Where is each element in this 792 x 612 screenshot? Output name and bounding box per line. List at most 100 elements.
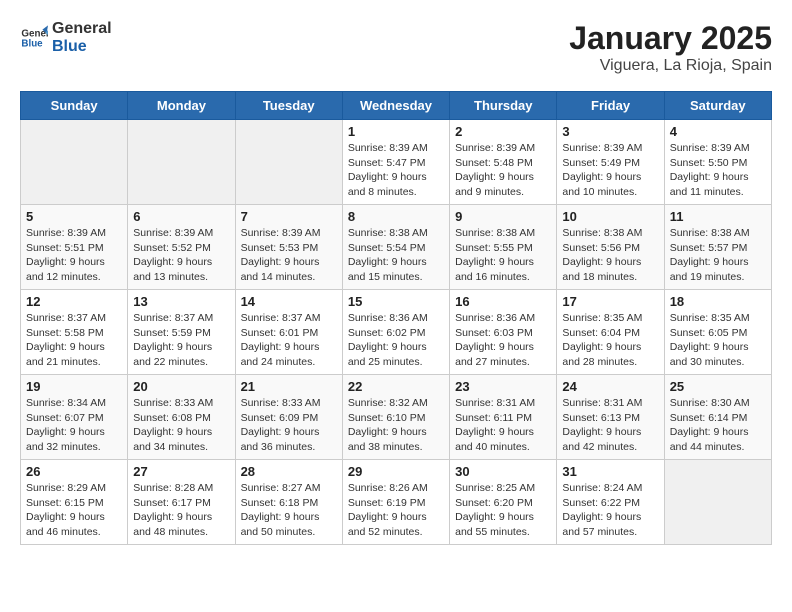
- calendar-cell: 7Sunrise: 8:39 AM Sunset: 5:53 PM Daylig…: [235, 205, 342, 290]
- day-info: Sunrise: 8:31 AM Sunset: 6:11 PM Dayligh…: [455, 396, 551, 455]
- day-number: 20: [133, 379, 229, 394]
- calendar-cell: 14Sunrise: 8:37 AM Sunset: 6:01 PM Dayli…: [235, 290, 342, 375]
- calendar-cell: 6 Sunrise: 8:39 AM Sunset: 5:52 PM Daylig…: [128, 205, 235, 290]
- day-number: 28: [241, 464, 337, 479]
- calendar-week-row: 19Sunrise: 8:34 AM Sunset: 6:07 PM Dayli…: [21, 375, 772, 460]
- calendar-cell: 9 Sunrise: 8:38 AM Sunset: 5:55 PM Daylig…: [450, 205, 557, 290]
- calendar-cell: 18 Sunrise: 8:35 AM Sunset: 6:05 PM Dayli…: [664, 290, 771, 375]
- day-number: 16: [455, 294, 551, 309]
- day-number: 10: [562, 209, 658, 224]
- day-info: Sunrise: 8:30 AM Sunset: 6:14 PM Dayligh…: [670, 396, 766, 455]
- calendar-cell: 2 Sunrise: 8:39 AM Sunset: 5:48 PM Daylig…: [450, 120, 557, 205]
- month-title: January 2025: [569, 20, 772, 57]
- day-info: Sunrise: 8:35 AM Sunset: 6:04 PM Dayligh…: [562, 311, 658, 370]
- calendar-cell: 3Sunrise: 8:39 AM Sunset: 5:49 PM Daylig…: [557, 120, 664, 205]
- day-number: 8: [348, 209, 444, 224]
- day-number: 31: [562, 464, 658, 479]
- day-number: 17: [562, 294, 658, 309]
- day-info: Sunrise: 8:39 AM Sunset: 5:47 PM Dayligh…: [348, 141, 444, 200]
- calendar-cell: 29 Sunrise: 8:26 AM Sunset: 6:19 PM Dayli…: [342, 460, 449, 545]
- day-info: Sunrise: 8:38 AM Sunset: 5:55 PM Dayligh…: [455, 226, 551, 285]
- day-number: 30: [455, 464, 551, 479]
- calendar-cell: [128, 120, 235, 205]
- calendar-cell: 25Sunrise: 8:30 AM Sunset: 6:14 PM Dayli…: [664, 375, 771, 460]
- day-of-week-header: Monday: [128, 92, 235, 120]
- calendar-cell: 28 Sunrise: 8:27 AM Sunset: 6:18 PM Dayli…: [235, 460, 342, 545]
- day-info: Sunrise: 8:35 AM Sunset: 6:05 PM Dayligh…: [670, 311, 766, 370]
- calendar-cell: 11 Sunrise: 8:38 AM Sunset: 5:57 PM Dayli…: [664, 205, 771, 290]
- logo-line1: General: [52, 20, 112, 37]
- day-number: 1: [348, 124, 444, 139]
- calendar-cell: [235, 120, 342, 205]
- calendar-cell: 22 Sunrise: 8:32 AM Sunset: 6:10 PM Dayli…: [342, 375, 449, 460]
- day-of-week-header: Tuesday: [235, 92, 342, 120]
- day-info: Sunrise: 8:38 AM Sunset: 5:56 PM Dayligh…: [562, 226, 658, 285]
- day-info: Sunrise: 8:31 AM Sunset: 6:13 PM Dayligh…: [562, 396, 658, 455]
- calendar-week-row: 5 Sunrise: 8:39 AM Sunset: 5:51 PM Daylig…: [21, 205, 772, 290]
- calendar-cell: 1 Sunrise: 8:39 AM Sunset: 5:47 PM Daylig…: [342, 120, 449, 205]
- svg-text:Blue: Blue: [21, 38, 43, 49]
- calendar-cell: 23 Sunrise: 8:31 AM Sunset: 6:11 PM Dayli…: [450, 375, 557, 460]
- calendar-cell: 17 Sunrise: 8:35 AM Sunset: 6:04 PM Dayli…: [557, 290, 664, 375]
- day-info: Sunrise: 8:39 AM Sunset: 5:52 PM Dayligh…: [133, 226, 229, 285]
- day-number: 24: [562, 379, 658, 394]
- day-number: 23: [455, 379, 551, 394]
- calendar-cell: 10 Sunrise: 8:38 AM Sunset: 5:56 PM Dayli…: [557, 205, 664, 290]
- day-info: Sunrise: 8:26 AM Sunset: 6:19 PM Dayligh…: [348, 481, 444, 540]
- day-info: Sunrise: 8:38 AM Sunset: 5:54 PM Dayligh…: [348, 226, 444, 285]
- day-number: 18: [670, 294, 766, 309]
- day-number: 13: [133, 294, 229, 309]
- day-info: Sunrise: 8:37 AM Sunset: 5:58 PM Dayligh…: [26, 311, 122, 370]
- calendar-cell: 30Sunrise: 8:25 AM Sunset: 6:20 PM Dayli…: [450, 460, 557, 545]
- day-info: Sunrise: 8:36 AM Sunset: 6:03 PM Dayligh…: [455, 311, 551, 370]
- calendar-week-row: 26 Sunrise: 8:29 AM Sunset: 6:15 PM Dayli…: [21, 460, 772, 545]
- title-area: January 2025 Viguera, La Rioja, Spain: [569, 20, 772, 75]
- logo: General Blue General Blue: [20, 20, 112, 55]
- day-number: 11: [670, 209, 766, 224]
- calendar-cell: 27 Sunrise: 8:28 AM Sunset: 6:17 PM Dayli…: [128, 460, 235, 545]
- day-number: 5: [26, 209, 122, 224]
- day-number: 4: [670, 124, 766, 139]
- calendar-cell: [21, 120, 128, 205]
- day-info: Sunrise: 8:39 AM Sunset: 5:51 PM Dayligh…: [26, 226, 122, 285]
- day-info: Sunrise: 8:34 AM Sunset: 6:07 PM Dayligh…: [26, 396, 122, 455]
- day-info: Sunrise: 8:36 AM Sunset: 6:02 PM Dayligh…: [348, 311, 444, 370]
- page-header: General Blue General Blue January 2025 V…: [20, 20, 772, 75]
- day-info: Sunrise: 8:39 AM Sunset: 5:50 PM Dayligh…: [670, 141, 766, 200]
- calendar-cell: 24 Sunrise: 8:31 AM Sunset: 6:13 PM Dayli…: [557, 375, 664, 460]
- day-info: Sunrise: 8:32 AM Sunset: 6:10 PM Dayligh…: [348, 396, 444, 455]
- day-number: 15: [348, 294, 444, 309]
- day-number: 9: [455, 209, 551, 224]
- location: Viguera, La Rioja, Spain: [569, 57, 772, 75]
- day-info: Sunrise: 8:27 AM Sunset: 6:18 PM Dayligh…: [241, 481, 337, 540]
- day-info: Sunrise: 8:33 AM Sunset: 6:09 PM Dayligh…: [241, 396, 337, 455]
- day-of-week-header: Thursday: [450, 92, 557, 120]
- day-number: 6: [133, 209, 229, 224]
- day-number: 27: [133, 464, 229, 479]
- day-info: Sunrise: 8:24 AM Sunset: 6:22 PM Dayligh…: [562, 481, 658, 540]
- day-info: Sunrise: 8:28 AM Sunset: 6:17 PM Dayligh…: [133, 481, 229, 540]
- day-info: Sunrise: 8:39 AM Sunset: 5:48 PM Dayligh…: [455, 141, 551, 200]
- calendar-cell: 4 Sunrise: 8:39 AM Sunset: 5:50 PM Daylig…: [664, 120, 771, 205]
- day-number: 2: [455, 124, 551, 139]
- logo-line2: Blue: [52, 38, 87, 55]
- day-info: Sunrise: 8:39 AM Sunset: 5:53 PM Dayligh…: [241, 226, 337, 285]
- logo-icon: General Blue: [20, 24, 48, 52]
- calendar-cell: 20Sunrise: 8:33 AM Sunset: 6:08 PM Dayli…: [128, 375, 235, 460]
- day-number: 29: [348, 464, 444, 479]
- day-info: Sunrise: 8:29 AM Sunset: 6:15 PM Dayligh…: [26, 481, 122, 540]
- calendar-cell: 26 Sunrise: 8:29 AM Sunset: 6:15 PM Dayli…: [21, 460, 128, 545]
- calendar-cell: 8 Sunrise: 8:38 AM Sunset: 5:54 PM Daylig…: [342, 205, 449, 290]
- day-info: Sunrise: 8:37 AM Sunset: 5:59 PM Dayligh…: [133, 311, 229, 370]
- day-number: 21: [241, 379, 337, 394]
- day-info: Sunrise: 8:38 AM Sunset: 5:57 PM Dayligh…: [670, 226, 766, 285]
- day-number: 22: [348, 379, 444, 394]
- day-of-week-header: Saturday: [664, 92, 771, 120]
- calendar-week-row: 1 Sunrise: 8:39 AM Sunset: 5:47 PM Daylig…: [21, 120, 772, 205]
- day-number: 12: [26, 294, 122, 309]
- day-of-week-header: Sunday: [21, 92, 128, 120]
- day-of-week-header: Wednesday: [342, 92, 449, 120]
- day-info: Sunrise: 8:37 AM Sunset: 6:01 PM Dayligh…: [241, 311, 337, 370]
- day-number: 26: [26, 464, 122, 479]
- calendar-cell: 15 Sunrise: 8:36 AM Sunset: 6:02 PM Dayli…: [342, 290, 449, 375]
